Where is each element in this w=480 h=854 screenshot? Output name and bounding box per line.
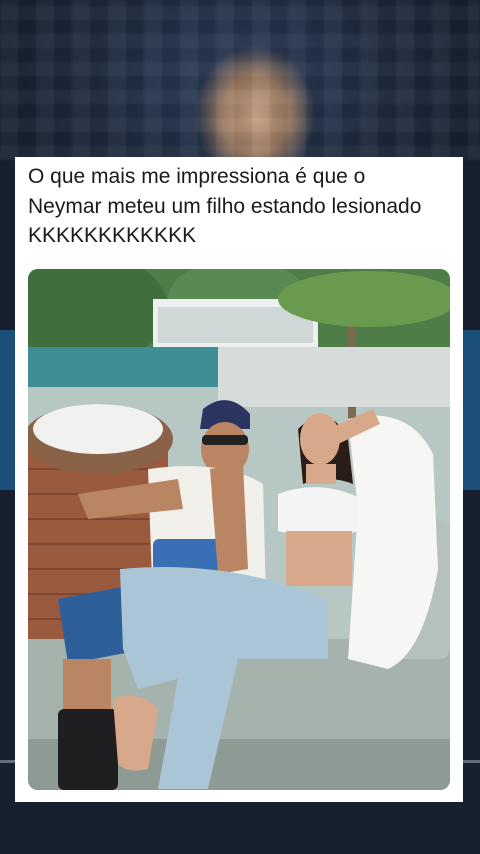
- stadium-crowd: [0, 0, 480, 160]
- orthopedic-boot: [58, 709, 118, 790]
- post-photo[interactable]: [28, 269, 450, 790]
- man-shirt-print: [153, 539, 223, 571]
- woman-waist: [286, 531, 352, 586]
- man-sunglasses: [202, 435, 248, 445]
- couple-photo-illustration: [28, 269, 450, 790]
- terrace: [218, 347, 450, 407]
- palm-leaves: [278, 271, 450, 327]
- woman-top: [278, 487, 360, 536]
- woman-neck: [306, 464, 336, 484]
- woman-face: [300, 413, 340, 465]
- post-caption: O que mais me impressiona é que o Neymar…: [28, 165, 422, 247]
- post-card: O que mais me impressiona é que o Neymar…: [15, 157, 463, 802]
- right-stadium-banner: [462, 330, 480, 490]
- pool: [28, 347, 228, 387]
- daybed-cushion: [33, 404, 163, 454]
